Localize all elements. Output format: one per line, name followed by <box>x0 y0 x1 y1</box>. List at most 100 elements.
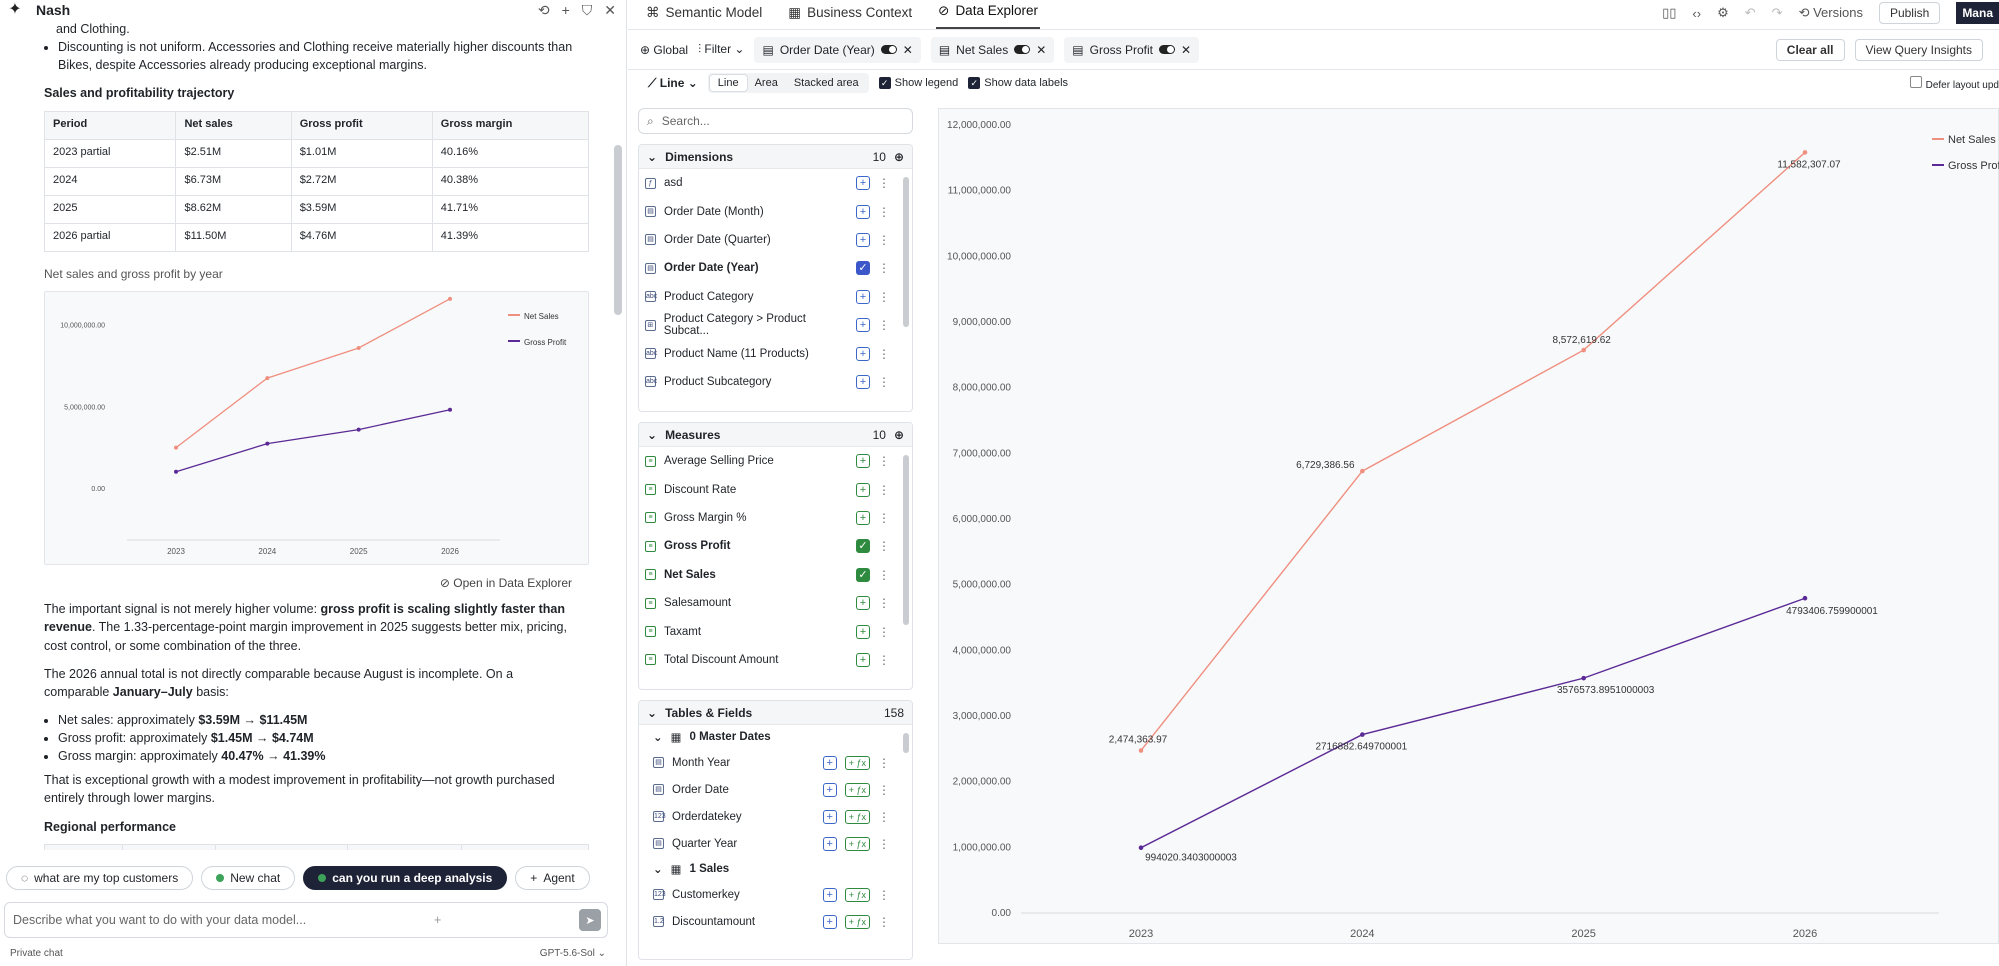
measures-scrollbar[interactable] <box>903 455 909 625</box>
model-selector[interactable]: GPT-5.6-Sol ⌄ <box>540 948 606 959</box>
mode-area[interactable]: Area <box>747 75 786 91</box>
more-options-icon[interactable]: ⋮ <box>878 539 890 553</box>
data-point[interactable] <box>356 345 361 350</box>
tab-data-explorer[interactable]: ⊘ Data Explorer <box>936 3 1040 29</box>
data-point[interactable] <box>1581 347 1586 353</box>
more-options-icon[interactable]: ⋮ <box>878 205 890 219</box>
dimension-item[interactable]: abc Product Name (11 Products) + ⋮ <box>639 339 912 367</box>
more-options-icon[interactable]: ⋮ <box>878 318 890 332</box>
more-options-icon[interactable]: ⋮ <box>878 511 890 525</box>
show-legend-checkbox[interactable]: ✓ Show legend <box>878 77 958 89</box>
clear-all-button[interactable]: Clear all <box>1775 38 1845 61</box>
add-field-button[interactable]: + <box>856 482 870 497</box>
add-formula-button[interactable]: + ƒx <box>844 755 870 770</box>
series-line-gross-profit[interactable] <box>175 408 451 473</box>
dimension-item[interactable]: ▤ Order Date (Year) ✓ ⋮ <box>639 254 912 282</box>
show-labels-checkbox[interactable]: ✓ Show data labels <box>968 77 1068 89</box>
add-field-button[interactable]: + <box>822 755 837 770</box>
measure-item[interactable]: ≡ Gross Margin % + ⋮ <box>639 504 912 532</box>
agent-button[interactable]: + Agent <box>515 866 590 890</box>
dimension-item[interactable]: ƒ asd + ⋮ <box>639 169 912 197</box>
more-options-icon[interactable]: ⋮ <box>878 756 890 770</box>
suggestion-top-customers[interactable]: ◌ what are my top customers <box>6 866 194 890</box>
legend-label[interactable]: Net Sales <box>1948 134 1996 146</box>
add-formula-button[interactable]: + ƒx <box>844 914 870 929</box>
add-field-button[interactable]: + <box>856 374 870 389</box>
add-field-button[interactable]: + <box>856 346 870 361</box>
view-query-insights-button[interactable]: View Query Insights <box>1854 38 1983 61</box>
data-point[interactable] <box>448 296 452 301</box>
message-input[interactable]: Describe what you want to do with your d… <box>4 902 608 938</box>
chevron-down-icon[interactable]: ⌄ <box>647 428 657 442</box>
field-search-input[interactable]: ⌕ Search... <box>638 108 913 134</box>
data-point[interactable] <box>1360 732 1365 737</box>
add-field-button[interactable]: + <box>822 782 837 797</box>
table-field[interactable]: 1.2 Discountamount + + ƒx ⋮ <box>639 908 912 935</box>
add-field-button[interactable]: + <box>856 232 870 247</box>
close-icon[interactable]: ✕ <box>903 43 913 57</box>
table-field[interactable]: 123 Customerkey + + ƒx ⋮ <box>639 881 912 908</box>
versions-button[interactable]: ⟲ Versions <box>1799 5 1863 21</box>
shield-icon[interactable]: ⛉ <box>582 2 593 19</box>
close-icon[interactable]: ✕ <box>604 2 616 19</box>
series-line-net-sales[interactable] <box>1140 151 1806 751</box>
publish-button[interactable]: Publish <box>1878 2 1941 24</box>
chip-toggle[interactable] <box>880 45 897 54</box>
table-field[interactable]: ▤ Order Date + + ƒx ⋮ <box>639 776 912 803</box>
add-measure-icon[interactable]: ⊕ <box>894 428 904 442</box>
add-field-button[interactable]: + <box>856 596 870 611</box>
add-formula-button[interactable]: + ƒx <box>844 887 870 902</box>
open-in-data-explorer-link[interactable]: ⊘ Open in Data Explorer <box>44 575 572 592</box>
legend-label[interactable]: Net Sales <box>524 312 559 321</box>
data-point[interactable] <box>265 375 270 380</box>
suggestion-deep-analysis[interactable]: can you run a deep analysis <box>303 866 508 890</box>
more-options-icon[interactable]: ⋮ <box>878 233 890 247</box>
data-point[interactable] <box>1802 595 1808 601</box>
book-icon[interactable]: ▯▯ <box>1662 5 1676 21</box>
series-line-gross-profit[interactable] <box>1140 597 1806 849</box>
legend-label[interactable]: Gross Profit <box>524 338 567 347</box>
dimensions-scrollbar[interactable] <box>903 177 909 327</box>
dimension-item[interactable]: abc Product Subcategory + ⋮ <box>639 368 912 396</box>
more-options-icon[interactable]: ⋮ <box>878 653 890 667</box>
data-point[interactable] <box>1138 845 1144 851</box>
data-point[interactable] <box>174 445 178 450</box>
chip-toggle[interactable] <box>1158 45 1175 54</box>
table-field[interactable]: 123 Orderdatekey + + ƒx ⋮ <box>639 803 912 830</box>
dimension-item[interactable]: ▤ Order Date (Month) + ⋮ <box>639 197 912 225</box>
measure-item[interactable]: ≡ Taxamt + ⋮ <box>639 617 912 645</box>
table-field[interactable]: ▤ Month Year + + ƒx ⋮ <box>639 749 912 776</box>
more-options-icon[interactable]: ⋮ <box>878 810 890 824</box>
more-options-icon[interactable]: ⋮ <box>878 837 890 851</box>
add-field-button[interactable]: + <box>822 809 837 824</box>
add-formula-button[interactable]: + ƒx <box>844 836 870 851</box>
measure-item[interactable]: ≡ Total Discount Amount + ⋮ <box>639 646 912 674</box>
add-field-button[interactable]: + <box>822 914 837 929</box>
add-field-button[interactable]: + <box>856 652 870 667</box>
add-formula-button[interactable]: + ƒx <box>844 782 870 797</box>
data-point[interactable] <box>1138 748 1144 753</box>
attach-plus-icon[interactable]: + <box>434 913 441 927</box>
more-options-icon[interactable]: ⋮ <box>878 568 890 582</box>
more-options-icon[interactable]: ⋮ <box>878 596 890 610</box>
add-field-button[interactable]: + <box>856 454 870 469</box>
mode-stacked-area[interactable]: Stacked area <box>786 75 867 91</box>
data-point[interactable] <box>174 469 178 474</box>
selected-check-icon[interactable]: ✓ <box>856 539 870 554</box>
measure-item[interactable]: ≡ Average Selling Price + ⋮ <box>639 447 912 475</box>
close-icon[interactable]: ✕ <box>1036 43 1046 57</box>
chevron-down-icon[interactable]: ⌄ <box>653 730 663 744</box>
dimension-item[interactable]: abc Product Category + ⋮ <box>639 283 912 311</box>
global-scope-button[interactable]: ⊕ Global <box>640 43 688 57</box>
data-point[interactable] <box>1581 675 1586 681</box>
redo-icon[interactable]: ↷ <box>1772 5 1783 21</box>
chip-order-date-year[interactable]: ▤ Order Date (Year) ✕ <box>754 36 921 63</box>
chevron-down-icon[interactable]: ⌄ <box>647 706 657 720</box>
legend-label[interactable]: Gross Profit <box>1948 160 1999 172</box>
measure-item[interactable]: ≡ Discount Rate + ⋮ <box>639 475 912 503</box>
add-formula-button[interactable]: + ƒx <box>844 809 870 824</box>
settings-icon[interactable]: ⚙ <box>1717 5 1729 21</box>
code-icon[interactable]: ‹› <box>1692 6 1701 21</box>
chart-type-select[interactable]: ⟋ Line ⌄ <box>648 76 698 91</box>
selected-check-icon[interactable]: ✓ <box>856 567 870 582</box>
